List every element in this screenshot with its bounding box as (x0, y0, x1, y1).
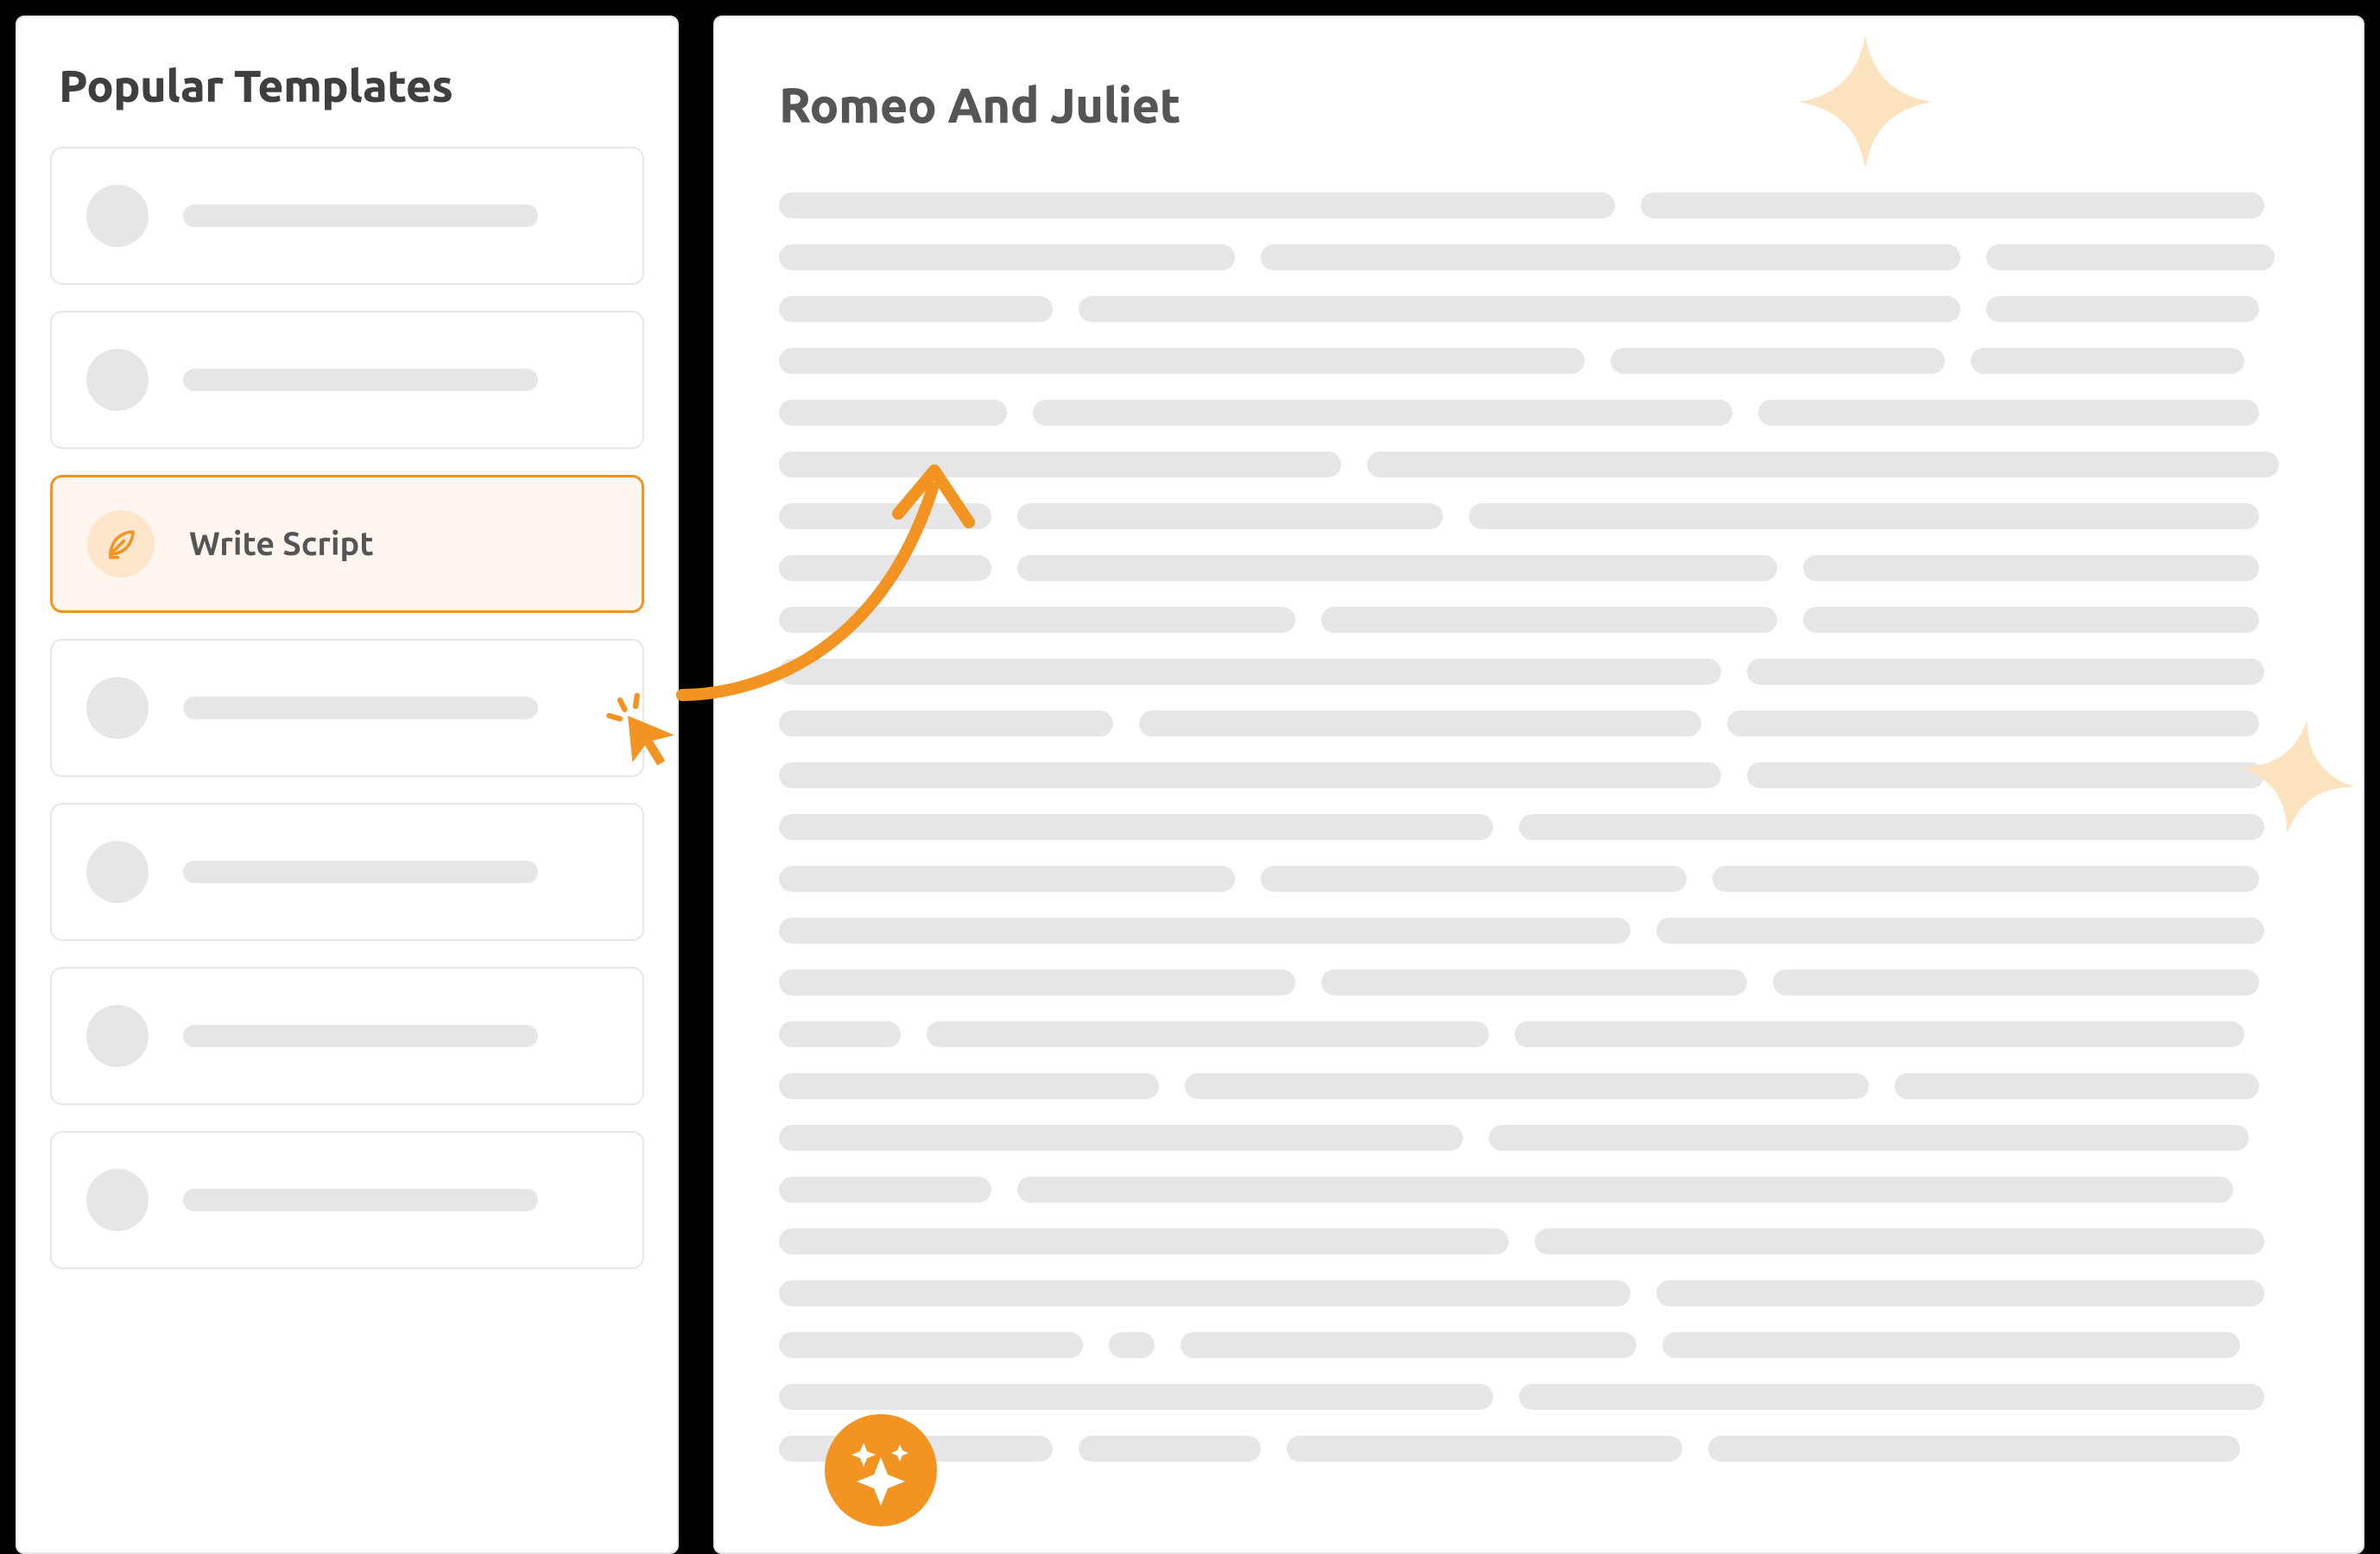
template-card[interactable] (50, 639, 644, 777)
template-label-placeholder (183, 1025, 538, 1047)
template-label-placeholder (183, 1189, 538, 1211)
document-title: Romeo And Juliet (779, 78, 2299, 132)
template-label-placeholder (183, 697, 538, 719)
template-card[interactable] (50, 147, 644, 285)
template-icon-placeholder (86, 1005, 149, 1067)
template-label-placeholder (183, 861, 538, 883)
template-label-placeholder (183, 205, 538, 227)
templates-panel-title: Popular Templates (59, 60, 644, 111)
feather-icon (87, 510, 155, 578)
document-body-placeholder (779, 193, 2299, 1462)
template-icon-placeholder (86, 349, 149, 411)
template-card[interactable] (50, 967, 644, 1105)
document-panel: Romeo And Juliet (713, 16, 2364, 1554)
template-card[interactable] (50, 803, 644, 941)
template-icon-placeholder (86, 841, 149, 903)
template-card[interactable] (50, 1131, 644, 1269)
template-icon-placeholder (86, 677, 149, 739)
template-list: Write Script (50, 147, 644, 1269)
template-icon-placeholder (86, 185, 149, 247)
template-card[interactable] (50, 311, 644, 449)
templates-panel: Popular Templates Write Script (16, 16, 679, 1554)
template-label-placeholder (183, 369, 538, 391)
template-icon-placeholder (86, 1169, 149, 1231)
template-label: Write Script (189, 526, 374, 562)
template-card-write-script[interactable]: Write Script (50, 475, 644, 613)
